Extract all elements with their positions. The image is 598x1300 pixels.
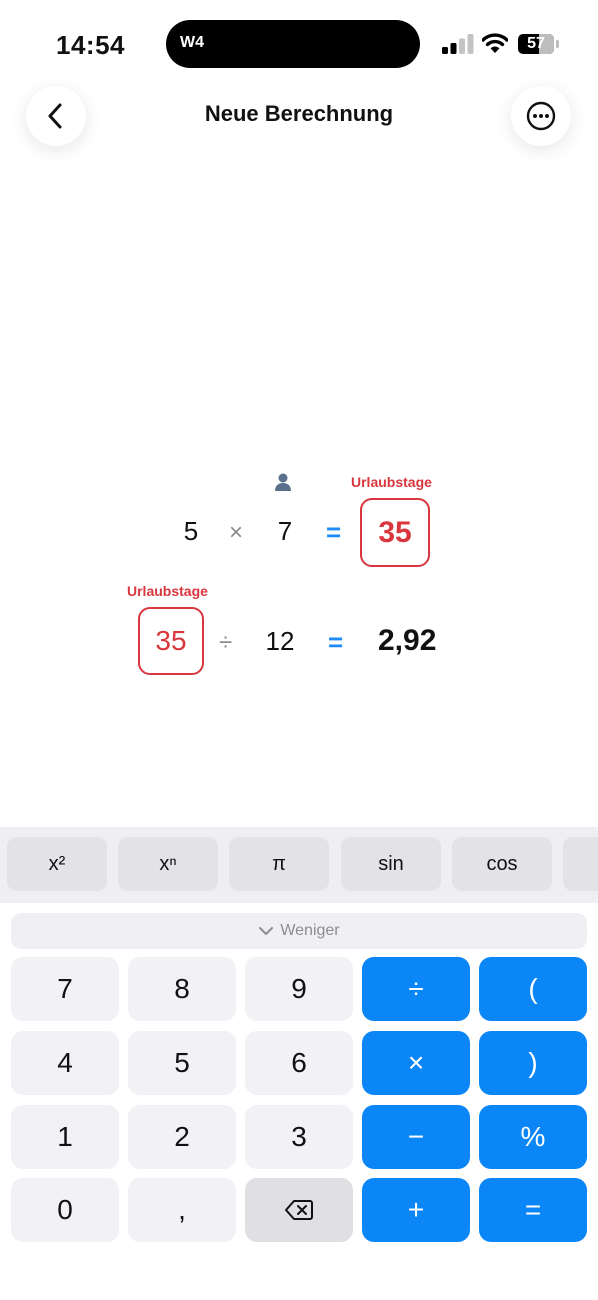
backspace-key[interactable]: [245, 1178, 353, 1242]
key-5[interactable]: 5: [128, 1031, 236, 1095]
next-function-key[interactable]: [563, 837, 598, 891]
sin-key[interactable]: sin: [341, 837, 441, 891]
key-0[interactable]: 0: [11, 1178, 119, 1242]
key-minus[interactable]: −: [362, 1105, 470, 1169]
square-key[interactable]: x²: [7, 837, 107, 891]
row1-operand1[interactable]: 5: [176, 516, 206, 547]
row2-operand2[interactable]: 12: [262, 626, 298, 657]
row1-equals: =: [326, 517, 342, 547]
key-close-paren[interactable]: ): [479, 1031, 587, 1095]
cellular-signal-icon: [442, 34, 474, 54]
dynamic-island: W4: [166, 20, 420, 68]
weniger-toggle[interactable]: Weniger: [11, 913, 587, 949]
status-time: 14:54: [56, 30, 125, 60]
battery-percent: 57: [527, 35, 545, 52]
key-open-paren[interactable]: (: [479, 957, 587, 1021]
result-variable-label: Urlaubstage: [351, 474, 432, 490]
operand-variable-label: Urlaubstage: [127, 583, 208, 599]
ellipsis-circle-icon: [526, 101, 556, 131]
row2-equals: =: [328, 627, 344, 657]
page-title: Neue Berechnung: [204, 101, 394, 126]
battery-icon: 57: [518, 34, 554, 54]
cos-key[interactable]: cos: [452, 837, 552, 891]
operand-variable-box[interactable]: 35: [138, 607, 204, 675]
more-options-button[interactable]: [511, 86, 571, 146]
key-9[interactable]: 9: [245, 957, 353, 1021]
key-plus[interactable]: +: [362, 1178, 470, 1242]
row2-result[interactable]: 2,92: [378, 624, 436, 658]
key-percent[interactable]: %: [479, 1105, 587, 1169]
key-8[interactable]: 8: [128, 957, 236, 1021]
row1-operator[interactable]: ×: [229, 519, 243, 547]
key-7[interactable]: 7: [11, 957, 119, 1021]
key-1[interactable]: 1: [11, 1105, 119, 1169]
pi-key[interactable]: π: [229, 837, 329, 891]
key-4[interactable]: 4: [11, 1031, 119, 1095]
result-variable-box[interactable]: 35: [360, 498, 430, 567]
backspace-icon: [285, 1200, 313, 1220]
wifi-icon: [482, 33, 508, 53]
row2-operator[interactable]: ÷: [219, 629, 232, 657]
row1-operand2[interactable]: 7: [270, 516, 300, 547]
battery-tip: [556, 40, 559, 48]
key-comma[interactable]: ,: [128, 1178, 236, 1242]
function-keys-bar[interactable]: x² xⁿ π sin cos: [0, 827, 598, 903]
person-icon: [275, 473, 291, 491]
chevron-down-icon: [259, 927, 274, 935]
key-multiply[interactable]: ×: [362, 1031, 470, 1095]
key-divide[interactable]: ÷: [362, 957, 470, 1021]
key-equals[interactable]: =: [479, 1178, 587, 1242]
key-6[interactable]: 6: [245, 1031, 353, 1095]
weniger-label: Weniger: [280, 922, 340, 939]
key-2[interactable]: 2: [128, 1105, 236, 1169]
row2-operand1: 35: [155, 625, 187, 656]
power-key[interactable]: xⁿ: [118, 837, 218, 891]
key-3[interactable]: 3: [245, 1105, 353, 1169]
island-label: W4: [180, 34, 204, 51]
row1-result: 35: [378, 515, 412, 549]
